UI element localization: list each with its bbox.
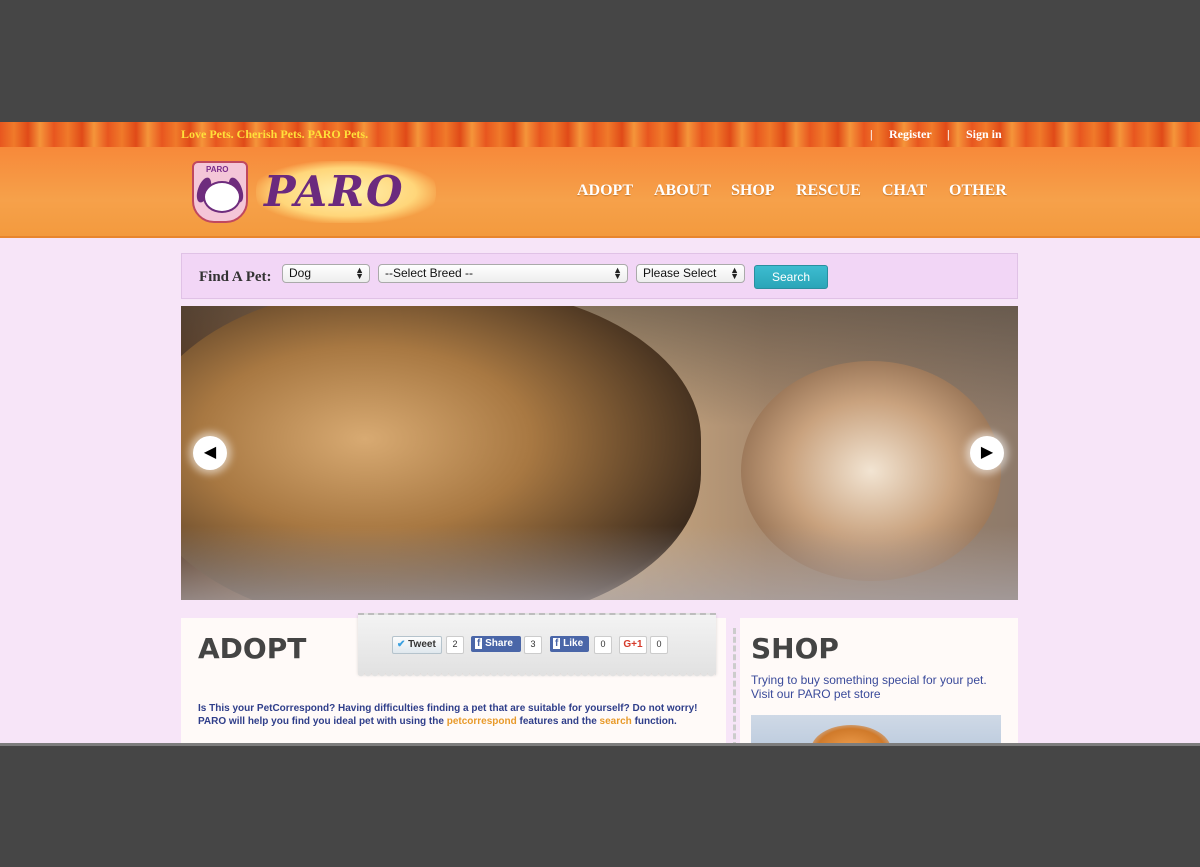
register-link[interactable]: Register: [889, 127, 932, 142]
shield-text: PARO: [206, 165, 229, 174]
adopt-description: Is This your PetCorrespond? Having diffi…: [198, 702, 708, 728]
browser-viewport: Love Pets. Cherish Pets. PARO Pets. | Re…: [0, 122, 1200, 745]
twitter-bird-icon: ✔: [397, 639, 406, 650]
animal-select-value: Dog: [289, 266, 312, 280]
breed-select[interactable]: --Select Breed -- ▲ ▼: [378, 264, 628, 283]
shop-heading: SHOP: [751, 632, 839, 665]
facebook-f-icon: f: [553, 638, 561, 649]
facebook-share-button[interactable]: f Share: [471, 636, 521, 652]
facebook-f-icon: f: [475, 638, 483, 649]
find-pet-bar: Find A Pet: Dog ▲ ▼ --Select Breed -- ▲ ▼ …: [181, 253, 1018, 299]
column-divider: [733, 628, 736, 745]
share-label: Share: [485, 638, 513, 649]
signin-link[interactable]: Sign in: [966, 127, 1002, 142]
logo-wordmark[interactable]: PARO: [256, 161, 436, 223]
top-strip: Love Pets. Cherish Pets. PARO Pets. | Re…: [0, 122, 1200, 147]
mascot-face: [203, 181, 241, 213]
gplus-count: 0: [650, 636, 668, 654]
tweet-label: Tweet: [408, 639, 436, 650]
tweet-button[interactable]: ✔ Tweet: [392, 636, 442, 654]
logo-wordmark-text: PARO: [264, 167, 405, 216]
filter-select-value: Please Select: [643, 266, 717, 280]
tagline: Love Pets. Cherish Pets. PARO Pets.: [181, 127, 369, 141]
nav-item-adopt[interactable]: ADOPT: [577, 182, 633, 200]
shop-description: Trying to buy something special for your…: [751, 673, 987, 701]
filter-select[interactable]: Please Select ▲ ▼: [636, 264, 745, 283]
nav-item-other[interactable]: OTHER: [949, 182, 1007, 200]
carousel-next-arrow-right-icon[interactable]: ▶: [970, 436, 1004, 470]
nav-item-rescue[interactable]: RESCUE: [796, 182, 861, 200]
adopt-text-c: function.: [631, 716, 677, 727]
carousel-prev-arrow-left-icon[interactable]: ◀: [193, 436, 227, 470]
site-header: PARO PARO ADOPT ABOUT SHOP RESCUE CHAT O…: [0, 147, 1200, 238]
petcorrespond-link[interactable]: petcorrespond: [447, 716, 517, 727]
animal-select[interactable]: Dog ▲ ▼: [282, 264, 370, 283]
nav-item-chat[interactable]: CHAT: [882, 182, 927, 200]
adopt-heading: ADOPT: [198, 632, 307, 665]
hero-carousel: ◀ ▶: [181, 306, 1018, 600]
breed-select-value: --Select Breed --: [385, 266, 474, 280]
select-arrows-icon: ▲ ▼: [730, 265, 739, 281]
separator: |: [870, 127, 873, 141]
search-button[interactable]: Search: [754, 265, 828, 289]
shop-image[interactable]: [751, 715, 1001, 745]
shop-cat-photo: [811, 725, 891, 745]
tweet-count: 2: [446, 636, 464, 654]
facebook-like-button[interactable]: f Like: [550, 636, 589, 652]
select-arrows-icon: ▲ ▼: [355, 265, 364, 281]
like-count: 0: [594, 636, 612, 654]
nav-item-about[interactable]: ABOUT: [654, 182, 711, 200]
window-bottom-edge: [0, 743, 1200, 746]
adopt-text-b: features and the: [516, 716, 600, 727]
hero-floor: [181, 526, 1018, 600]
separator: |: [947, 127, 950, 141]
logo-shield-icon[interactable]: PARO: [192, 161, 248, 223]
search-link[interactable]: search: [600, 716, 632, 727]
google-plus-button[interactable]: G+1: [619, 636, 647, 654]
select-arrows-icon: ▲ ▼: [613, 265, 622, 281]
share-count: 3: [524, 636, 542, 654]
nav-item-shop[interactable]: SHOP: [731, 182, 775, 200]
find-pet-label: Find A Pet:: [199, 269, 272, 285]
shop-panel: SHOP Trying to buy something special for…: [740, 618, 1018, 745]
share-ribbon: ✔ Tweet 2 f Share 3 f Like 0 G+1 0: [358, 613, 716, 679]
like-label: Like: [563, 638, 584, 649]
